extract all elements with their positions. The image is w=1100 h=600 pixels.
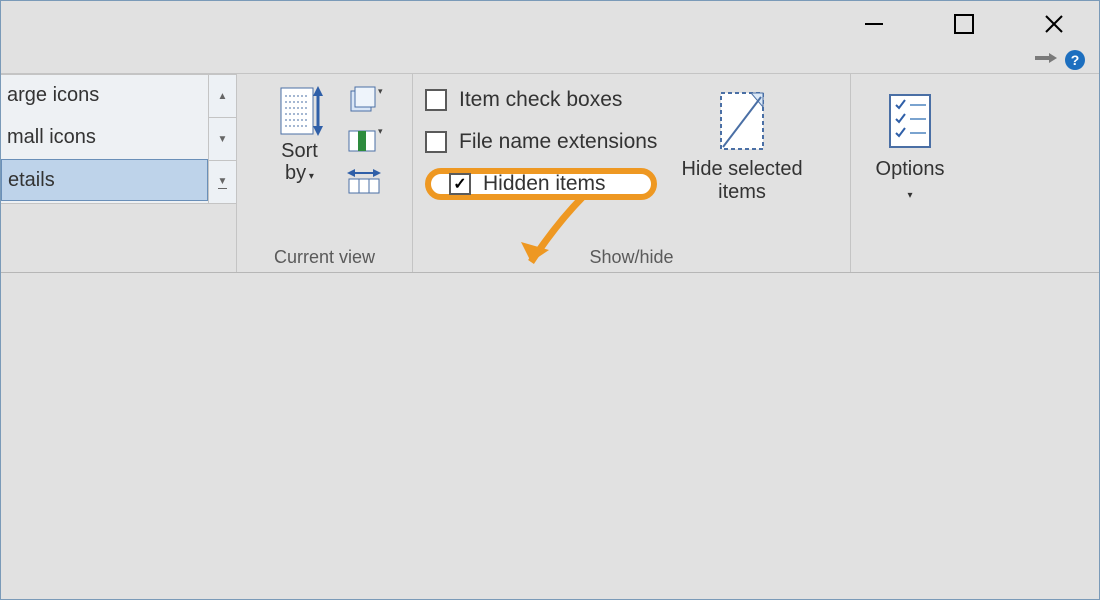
layout-item-label: arge icons xyxy=(7,84,99,107)
hide-selected-items-icon xyxy=(717,89,767,153)
window-frame: ? arge icons mall icons etails ▲ xyxy=(0,0,1100,600)
checkbox-checked-icon xyxy=(449,173,471,195)
layout-item-label: mall icons xyxy=(7,126,96,149)
group-by-icon xyxy=(349,87,379,115)
scroll-up-button[interactable]: ▲ xyxy=(209,75,236,118)
current-view-group: Sort by ▾ ▾ xyxy=(237,74,413,272)
show-hide-group: Item check boxes File name extensions Hi… xyxy=(413,74,851,272)
pin-icon[interactable] xyxy=(1035,51,1057,70)
scroll-more-button[interactable]: ▼ xyxy=(209,161,236,203)
size-columns-icon xyxy=(347,167,381,195)
size-columns-button[interactable] xyxy=(343,164,385,198)
ribbon: arge icons mall icons etails ▲ ▼ ▼ xyxy=(1,73,1099,273)
ribbon-subbar: ? xyxy=(1,47,1099,73)
titlebar xyxy=(1,1,1099,47)
layout-list[interactable]: arge icons mall icons etails ▲ ▼ ▼ xyxy=(1,74,237,204)
dropdown-icon: ▾ xyxy=(907,190,912,201)
help-icon[interactable]: ? xyxy=(1065,50,1085,70)
sort-by-button[interactable]: Sort by ▾ xyxy=(265,80,335,184)
layout-list-scroll: ▲ ▼ ▼ xyxy=(208,75,236,203)
item-check-boxes-label: Item check boxes xyxy=(459,88,622,112)
sort-by-icon xyxy=(275,84,325,140)
sort-by-label-2: by xyxy=(285,162,306,184)
item-check-boxes-checkbox[interactable]: Item check boxes xyxy=(425,84,657,116)
layout-item-small-icons[interactable]: mall icons xyxy=(1,117,208,159)
options-icon xyxy=(886,91,934,151)
add-columns-button[interactable]: ▾ xyxy=(343,124,385,158)
close-icon xyxy=(1043,13,1065,35)
checkbox-icon xyxy=(425,131,447,153)
hide-selected-label-1: Hide selected xyxy=(681,158,802,180)
file-name-extensions-checkbox[interactable]: File name extensions xyxy=(425,126,657,158)
hide-selected-label-2: items xyxy=(718,181,766,203)
layout-item-details[interactable]: etails xyxy=(1,159,208,201)
layout-views-group: arge icons mall icons etails ▲ ▼ ▼ xyxy=(1,74,237,272)
scroll-down-button[interactable]: ▼ xyxy=(209,118,236,161)
options-group: Options ▾ xyxy=(851,74,969,272)
window-controls xyxy=(829,1,1099,47)
options-label: Options xyxy=(876,158,945,180)
layout-item-label: etails xyxy=(8,169,55,192)
maximize-icon xyxy=(954,14,974,34)
close-button[interactable] xyxy=(1009,1,1099,47)
hidden-items-checkbox[interactable]: Hidden items xyxy=(425,168,657,200)
minimize-button[interactable] xyxy=(829,1,919,47)
group-by-button[interactable]: ▾ xyxy=(343,84,385,118)
checkbox-icon xyxy=(425,89,447,111)
layout-item-large-icons[interactable]: arge icons xyxy=(1,75,208,117)
current-view-group-label: Current view xyxy=(274,243,375,268)
show-hide-checks: Item check boxes File name extensions Hi… xyxy=(425,80,657,200)
sort-by-label-1: Sort xyxy=(281,140,318,162)
hide-selected-items-button[interactable]: Hide selected items xyxy=(671,80,812,204)
maximize-button[interactable] xyxy=(919,1,1009,47)
show-hide-group-label: Show/hide xyxy=(589,243,673,268)
hidden-items-label: Hidden items xyxy=(483,172,606,196)
file-name-extensions-label: File name extensions xyxy=(459,130,657,154)
view-small-buttons: ▾ ▾ xyxy=(343,80,385,198)
add-columns-icon xyxy=(349,127,379,155)
minimize-icon xyxy=(863,13,885,35)
options-button[interactable]: Options ▾ xyxy=(866,80,955,204)
